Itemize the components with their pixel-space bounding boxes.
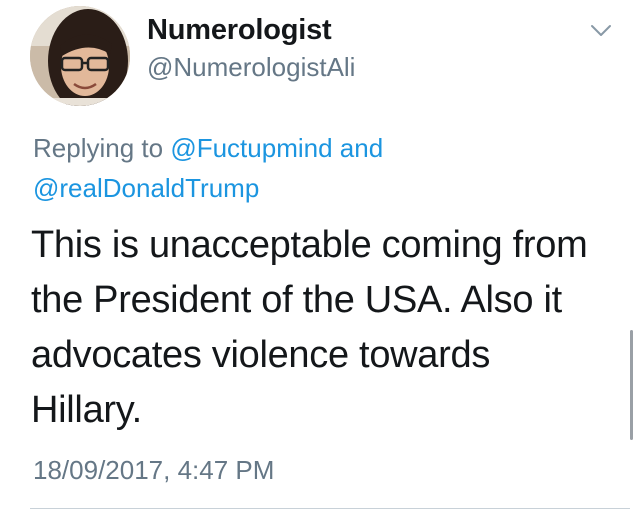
scrollbar[interactable] <box>630 330 633 440</box>
chevron-down-icon[interactable] <box>590 24 612 38</box>
tweet-text-line: This is unacceptable coming from <box>31 224 588 266</box>
divider <box>30 508 630 509</box>
user-handle[interactable]: @NumerologistAli <box>147 52 355 83</box>
replying-to-label: Replying to <box>33 133 164 163</box>
tweet: Numerologist @NumerologistAli Replying t… <box>0 0 640 515</box>
replying-to: Replying to @Fuctupmind and <box>33 133 383 164</box>
avatar-photo <box>30 6 130 106</box>
tweet-text-line: the President of the USA. Also it <box>31 279 562 321</box>
reply-conjunction: and <box>339 133 384 163</box>
replying-to-second-line: @realDonaldTrump <box>33 173 259 204</box>
timestamp[interactable]: 18/09/2017, 4:47 PM <box>33 455 274 486</box>
mention-link[interactable]: @Fuctupmind <box>170 133 332 163</box>
mention-link[interactable]: @realDonaldTrump <box>33 173 259 203</box>
tweet-text-line: Hillary. <box>31 389 142 431</box>
avatar[interactable] <box>30 6 130 106</box>
tweet-text: This is unacceptable coming from the Pre… <box>31 218 621 438</box>
tweet-text-line: advocates violence towards <box>31 334 491 376</box>
display-name[interactable]: Numerologist <box>147 14 332 47</box>
